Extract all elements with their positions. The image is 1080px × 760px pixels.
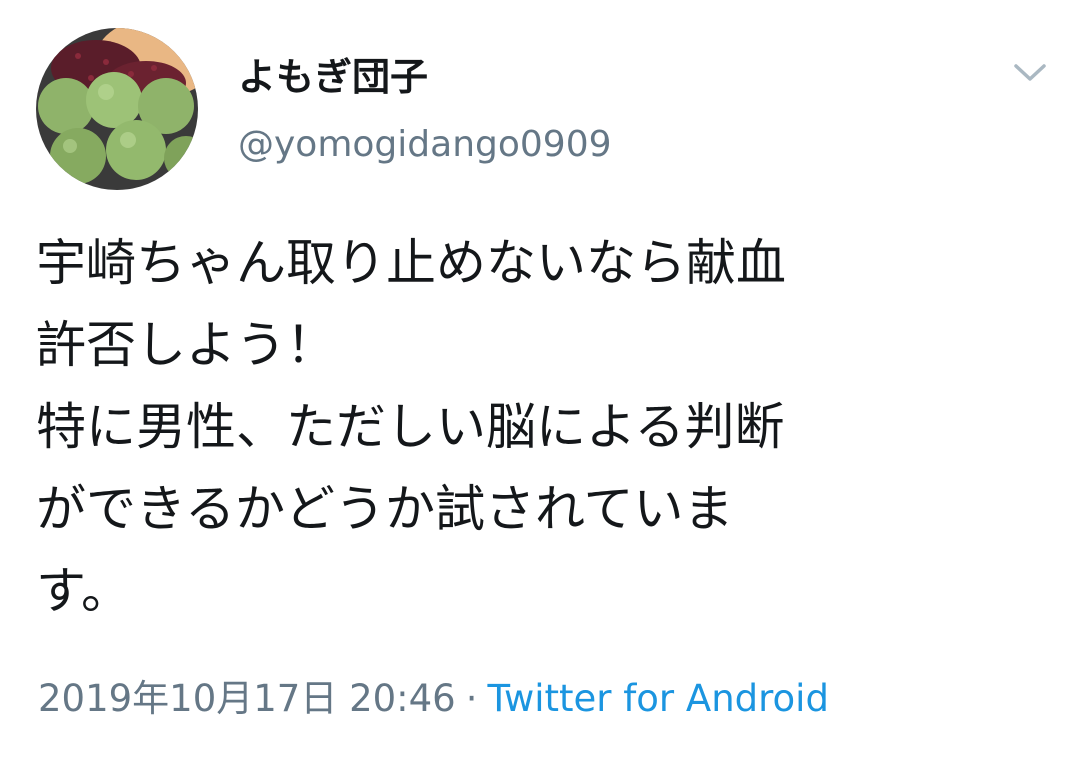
tweet-source-link[interactable]: Twitter for Android xyxy=(487,677,828,720)
tweet-text: 宇崎ちゃん取り止めないなら献血 許否しよう！ 特に男性、ただしい脳による判断 が… xyxy=(36,234,786,620)
tweet-timestamp[interactable]: 2019年10月17日 20:46 xyxy=(38,677,456,720)
tweet-menu-button[interactable] xyxy=(1010,56,1050,88)
mochi-dango-avatar-icon xyxy=(36,28,198,190)
user-handle[interactable]: @yomogidango0909 xyxy=(238,124,612,165)
tweet-card: よもぎ団子 @yomogidango0909 宇崎ちゃん取り止めないなら献血 許… xyxy=(0,0,1080,760)
avatar[interactable] xyxy=(36,28,198,190)
display-name[interactable]: よもぎ団子 xyxy=(238,46,428,101)
chevron-down-icon xyxy=(1014,64,1046,81)
tweet-meta: 2019年10月17日 20:46 · Twitter for Android xyxy=(38,668,829,722)
meta-separator: · xyxy=(465,677,478,720)
